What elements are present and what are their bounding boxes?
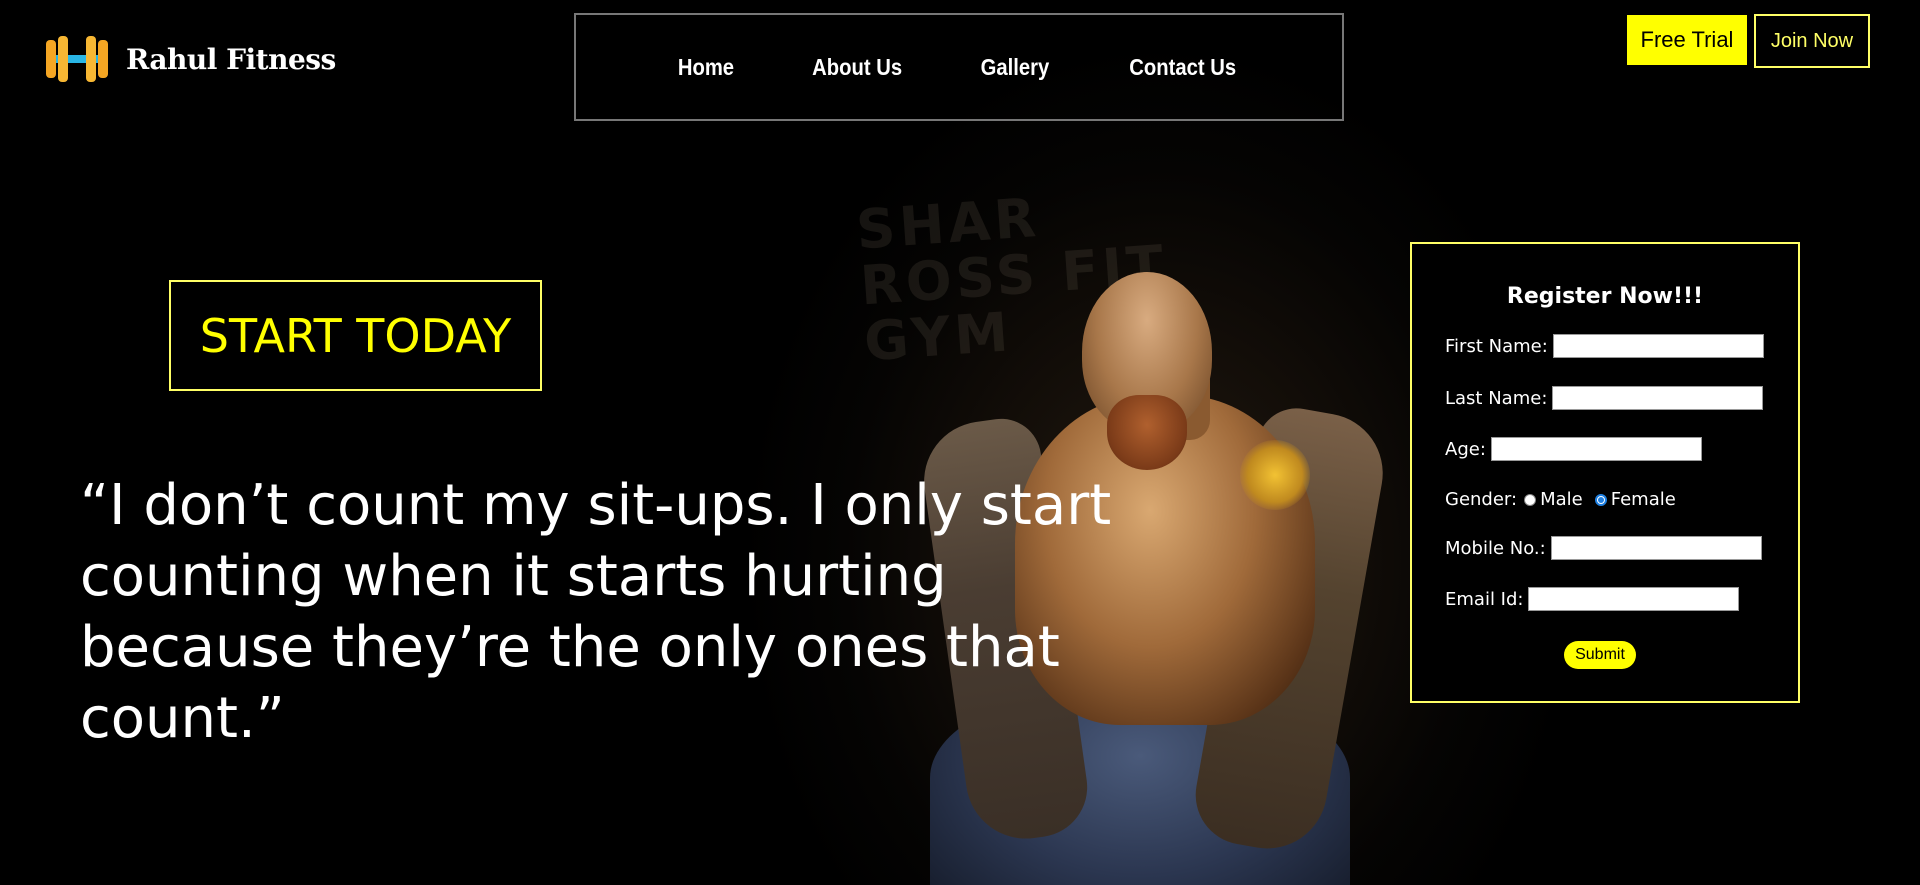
gender-female-label: Female <box>1610 489 1676 510</box>
mobile-row: Mobile No.: <box>1445 536 1762 560</box>
gender-male-radio[interactable] <box>1524 493 1537 506</box>
landing-page: SHAR ROSS FIT GYM Rahul Fitness Home About… <box>0 0 1920 885</box>
brand-logo[interactable]: Rahul Fitness <box>40 34 336 84</box>
age-row: Age: <box>1445 437 1702 461</box>
athlete-tattoo <box>1240 440 1310 510</box>
nav-link-contact-us[interactable]: Contact Us <box>1130 54 1237 81</box>
main-nav: Home About Us Gallery Contact Us <box>574 13 1344 121</box>
register-form: Register Now!!! First Name: Last Name: A… <box>1410 242 1800 703</box>
athlete-head <box>1082 272 1212 432</box>
mobile-label: Mobile No.: <box>1445 537 1546 559</box>
last-name-label: Last Name: <box>1445 387 1548 409</box>
first-name-row: First Name: <box>1445 334 1764 358</box>
first-name-label: First Name: <box>1445 335 1548 357</box>
dumbbell-icon <box>40 34 114 84</box>
email-input[interactable] <box>1528 587 1740 611</box>
hero-quote: “I don’t count my sit-ups. I only start … <box>80 473 1112 751</box>
athlete-neck <box>1110 360 1210 440</box>
athlete-right-arm <box>1187 402 1393 858</box>
nav-link-gallery[interactable]: Gallery <box>981 54 1050 81</box>
brand-name: Rahul Fitness <box>126 42 336 76</box>
gender-label: Gender: <box>1445 489 1518 510</box>
start-today-button[interactable]: START TODAY <box>169 280 542 391</box>
email-label: Email Id: <box>1445 588 1524 610</box>
join-now-button[interactable]: Join Now <box>1754 14 1870 68</box>
athlete-beard <box>1107 395 1187 470</box>
nav-link-about-us[interactable]: About Us <box>812 54 902 81</box>
nav-link-home[interactable]: Home <box>678 54 734 81</box>
email-row: Email Id: <box>1445 587 1740 611</box>
last-name-input[interactable] <box>1552 386 1764 410</box>
age-input[interactable] <box>1490 437 1702 461</box>
background-wall-graphic: SHAR ROSS FIT GYM <box>854 185 1170 374</box>
gender-row: Gender: Male Female <box>1445 489 1676 510</box>
first-name-input[interactable] <box>1552 334 1764 358</box>
register-title: Register Now!!! <box>1506 284 1704 309</box>
age-label: Age: <box>1445 438 1486 460</box>
gender-male-label: Male <box>1540 489 1583 510</box>
gender-female-radio[interactable] <box>1594 493 1607 506</box>
free-trial-button[interactable]: Free Trial <box>1627 15 1747 65</box>
submit-button[interactable]: Submit <box>1564 641 1636 669</box>
mobile-input[interactable] <box>1550 536 1762 560</box>
last-name-row: Last Name: <box>1445 386 1764 410</box>
